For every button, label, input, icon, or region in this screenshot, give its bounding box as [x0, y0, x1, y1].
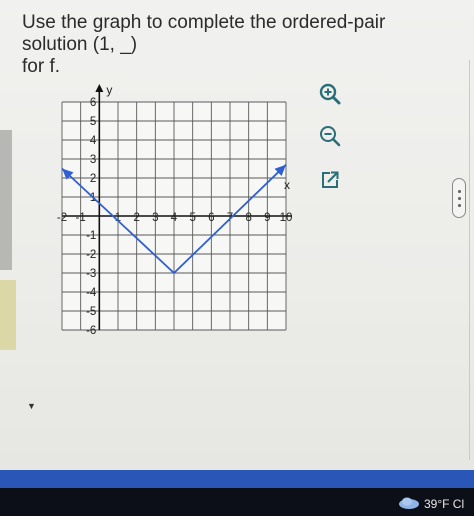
x-tick-label: 10 — [280, 212, 293, 224]
y-tick-label: 6 — [90, 97, 96, 109]
zoom-out-button[interactable] — [318, 124, 342, 148]
x-tick-label: 3 — [152, 212, 158, 224]
zoom-in-icon — [319, 83, 341, 105]
left-highlight-edge — [0, 280, 16, 350]
x-tick-label: 8 — [245, 212, 251, 224]
x-tick-label: 4 — [171, 212, 178, 224]
x-tick-label: -1 — [76, 212, 86, 224]
handle-dot — [458, 204, 461, 207]
x-tick-label: -2 — [57, 212, 67, 224]
handle-dot — [458, 190, 461, 193]
caret-down-icon[interactable]: ▼ — [27, 401, 36, 411]
y-tick-label: -1 — [86, 230, 96, 242]
x-tick-label: 2 — [133, 212, 139, 224]
browser-bottom-band — [0, 470, 474, 488]
y-tick-label: -2 — [86, 249, 96, 261]
zoom-out-icon — [320, 126, 341, 147]
y-tick-label: -3 — [86, 268, 96, 280]
cloud-icon — [399, 497, 419, 509]
x-tick-label: 5 — [189, 212, 195, 224]
x-tick-label: 9 — [264, 212, 270, 224]
y-tick-label: -5 — [86, 306, 96, 318]
y-axis-label: y — [106, 83, 112, 97]
zoom-in-button[interactable] — [318, 82, 342, 106]
handle-dot — [458, 197, 461, 200]
panel-divider — [469, 60, 470, 460]
function-graph: y x -2 -1 1 2 3 4 5 6 7 8 9 10 6 5 4 3 2 1 -1 -2 -3 -4 -5 -6 — [54, 80, 304, 340]
question-text: Use the graph to complete the ordered-pa… — [22, 12, 452, 78]
weather-text[interactable]: 39°F Cl — [424, 497, 464, 511]
y-axis-arrow-icon — [95, 84, 104, 92]
y-tick-label: 4 — [90, 135, 97, 147]
x-axis-label: x — [284, 178, 290, 192]
y-tick-label: -4 — [86, 287, 97, 299]
left-panel-edge — [0, 130, 12, 270]
question-line-1: Use the graph to complete the ordered-pa… — [22, 12, 386, 55]
graph-svg: yx-2 -1 1 2 3 4 5 6 7 8 9 10654321-1-2-3-4-5-6 — [57, 83, 293, 337]
popout-icon — [322, 171, 339, 188]
y-tick-label: 5 — [90, 116, 96, 128]
question-page: Use the graph to complete the ordered-pa… — [0, 0, 474, 470]
open-graph-window-button[interactable] — [318, 168, 342, 192]
panel-resize-handle[interactable] — [452, 178, 466, 218]
y-tick-label: -6 — [86, 325, 96, 337]
y-tick-label: 3 — [90, 154, 96, 166]
x-tick-label: 6 — [208, 212, 214, 224]
question-line-2: for f. — [22, 56, 61, 77]
y-tick-label: 2 — [90, 173, 96, 185]
